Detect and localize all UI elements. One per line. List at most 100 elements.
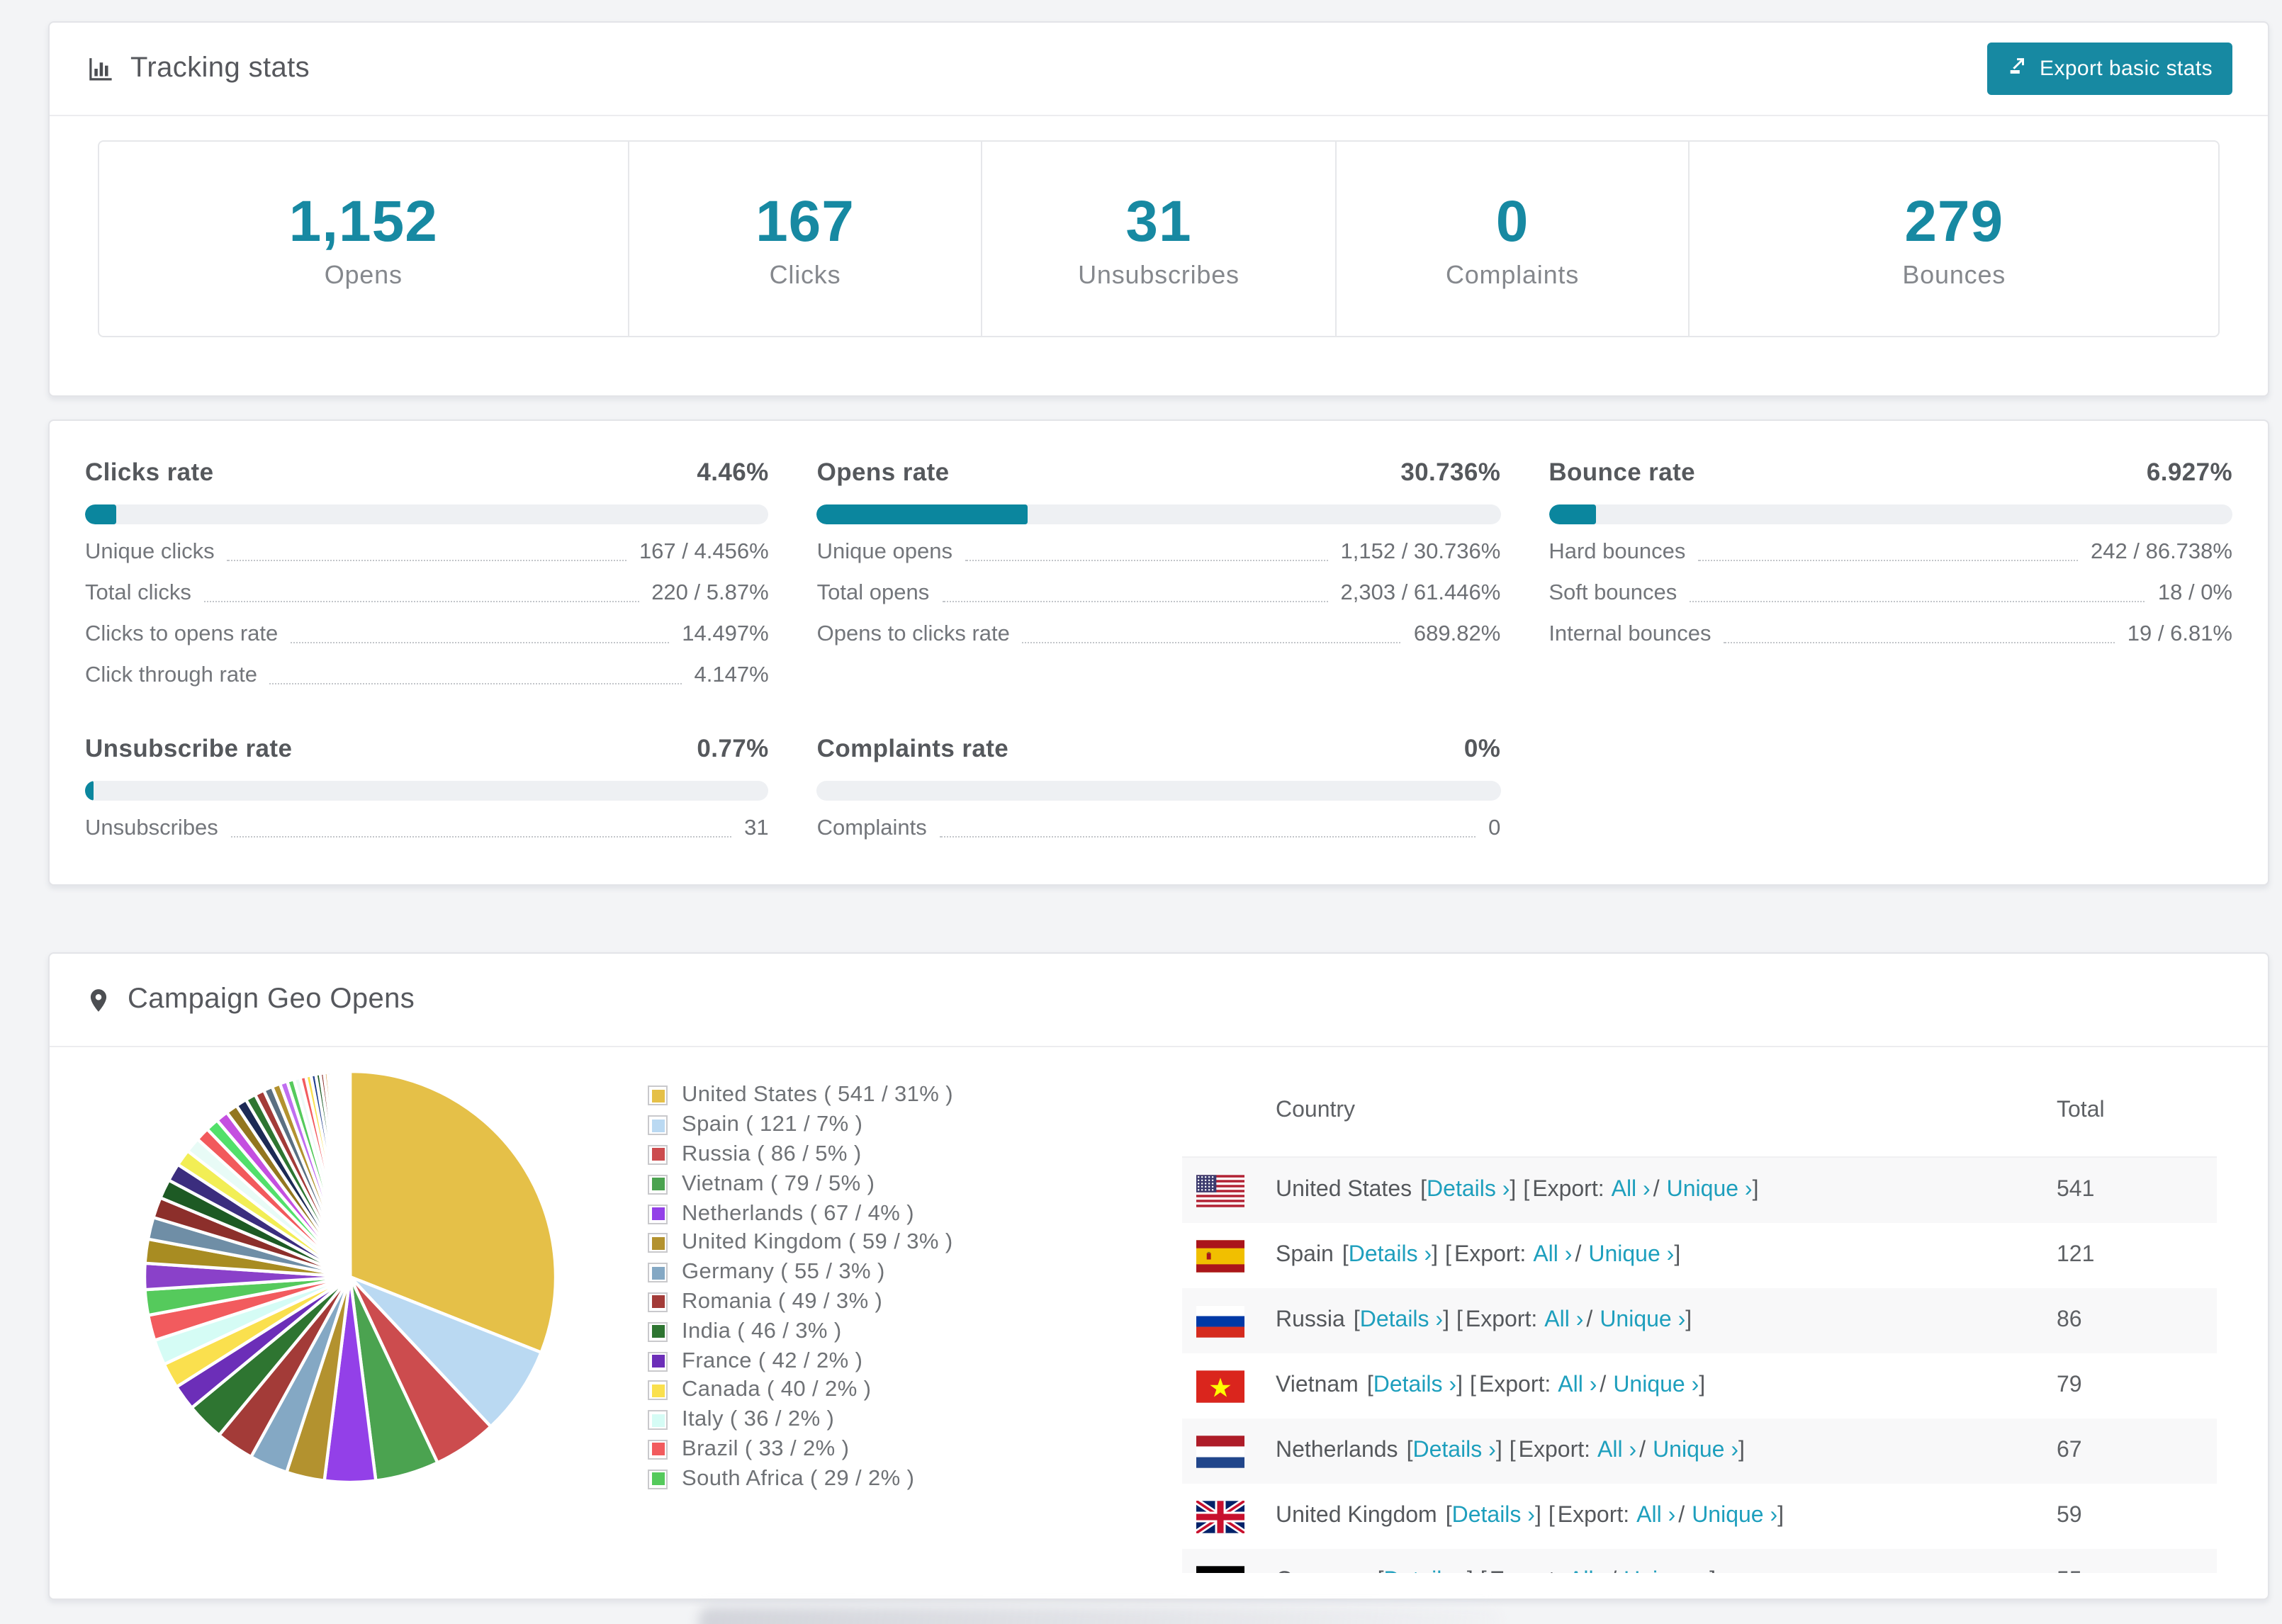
export-unique-link[interactable]: Unique › [1588, 1243, 1674, 1268]
clicks-rate-head: Clicks rate 4.46% [85, 458, 769, 487]
export-unique-link[interactable]: Unique › [1653, 1438, 1738, 1464]
stat-line: Total clicks 220 / 5.87% [85, 581, 769, 607]
country-total: 86 [2057, 1308, 2082, 1332]
column-header-total: Total [2057, 1098, 2105, 1122]
bracket: ] [1752, 1178, 1759, 1202]
stat-value-opens: 1,152 [288, 188, 438, 253]
pie-slice [348, 1069, 352, 1279]
opens-rate-head: Opens rate 30.736% [817, 458, 1501, 487]
export-unique-link[interactable]: Unique › [1613, 1373, 1699, 1399]
geo-opens-pie-chart [142, 1069, 558, 1484]
opens-rate-value: 30.736% [1400, 458, 1501, 486]
stat-value-unsubscribes: 31 [1125, 188, 1192, 253]
details-link[interactable]: Details › [1452, 1504, 1535, 1529]
export-all-link[interactable]: All › [1597, 1438, 1636, 1464]
legend-label: Russia ( 86 / 5% ) [682, 1141, 862, 1166]
country-total: 55 [2057, 1569, 2217, 1573]
bracket: [ [1406, 1438, 1413, 1462]
bracket: [ [1366, 1373, 1373, 1397]
bracket: ] [1495, 1438, 1502, 1462]
geo-table-header: Country Total [1182, 1064, 2217, 1158]
stat-line-label: Internal bounces [1548, 622, 1712, 646]
dotted-leader [227, 560, 626, 561]
details-link[interactable]: Details › [1349, 1243, 1432, 1268]
stat-line-value: 220 / 5.87% [651, 581, 769, 605]
bracket: [ [1378, 1569, 1384, 1573]
stat-line: Total opens 2,303 / 61.446% [817, 581, 1501, 607]
bracket: [ [1470, 1373, 1476, 1397]
clicks-rate-title: Clicks rate [85, 458, 214, 486]
legend-label: United Kingdom ( 59 / 3% ) [682, 1230, 953, 1255]
export-all-link[interactable]: All › [1544, 1308, 1583, 1333]
legend-label: Vietnam ( 79 / 5% ) [682, 1171, 875, 1196]
unsubscribe-rate-value: 0.77% [697, 734, 769, 762]
dotted-leader [1724, 642, 2115, 643]
export-unique-link[interactable]: Unique › [1667, 1178, 1753, 1203]
bracket: ] [1432, 1243, 1439, 1267]
complaints-rate-head: Complaints rate 0% [817, 734, 1501, 764]
legend-item: South Africa ( 29 / 2% ) [648, 1465, 1087, 1494]
complaints-rate-value: 0% [1463, 734, 1501, 762]
legend-item: Germany ( 55 / 3% ) [648, 1258, 1087, 1288]
stat-line: Internal bounces 19 / 6.81% [1548, 622, 2232, 648]
country-total: 79 [2057, 1373, 2082, 1397]
legend-color-swatch [648, 1469, 668, 1489]
stat-line: Complaints 0 [817, 816, 1501, 842]
nl-flag-icon [1196, 1435, 1244, 1467]
bracket: [ [1420, 1178, 1427, 1202]
bracket: [ [1480, 1569, 1487, 1573]
stat-line-value: 19 / 6.81% [2127, 622, 2232, 646]
export-prefix: Export: [1465, 1308, 1538, 1332]
export-prefix: Export: [1532, 1178, 1604, 1202]
details-link[interactable]: Details › [1412, 1438, 1495, 1464]
legend-item: Netherlands ( 67 / 4% ) [648, 1199, 1087, 1229]
bracket: ] [1510, 1178, 1517, 1202]
geo-table-row-us: United States [Details ›] [Export: All › /… [1182, 1158, 2217, 1223]
unsubscribe-rate-head: Unsubscribe rate 0.77% [85, 734, 769, 764]
country-cell: Russia [Details ›] [Export: All › / Unique … [1182, 1304, 2057, 1337]
geo-table-row-gb: United Kingdom [Details ›] [Export: All ›… [1182, 1484, 2217, 1549]
stat-line-value: 0 [1488, 816, 1501, 840]
stat-label-clicks: Clicks [769, 260, 841, 288]
legend-color-swatch [648, 1292, 668, 1312]
bracket: ] [1674, 1243, 1681, 1267]
export-all-link[interactable]: All › [1568, 1569, 1607, 1573]
details-link[interactable]: Details › [1384, 1569, 1467, 1573]
dashboard-page: Tracking stats Export basic stats 1,152 … [0, 0, 2282, 1624]
country-name: Germany [1276, 1569, 1369, 1573]
details-link[interactable]: Details › [1427, 1178, 1510, 1203]
legend-label: South Africa ( 29 / 2% ) [682, 1466, 915, 1491]
geo-opens-body: United States ( 541 / 31% ) Spain ( 121 … [50, 1047, 2268, 1573]
complaints-rate-progress-track [816, 781, 1501, 801]
export-unique-link[interactable]: Unique › [1624, 1569, 1709, 1573]
bracket: ] [1777, 1504, 1784, 1528]
stat-line: Clicks to opens rate 14.497% [85, 622, 769, 648]
legend-item: France ( 42 / 2% ) [648, 1346, 1087, 1376]
pie-legend: United States ( 541 / 31% ) Spain ( 121 … [648, 1081, 1087, 1494]
export-all-link[interactable]: All › [1636, 1504, 1675, 1529]
details-link[interactable]: Details › [1360, 1308, 1443, 1333]
export-unique-link[interactable]: Unique › [1600, 1308, 1685, 1333]
export-unique-link[interactable]: Unique › [1692, 1504, 1777, 1529]
clicks-rate-block: Clicks rate 4.46% Unique clicks 167 / 4.… [85, 458, 769, 689]
details-link[interactable]: Details › [1373, 1373, 1456, 1399]
bracket: [ [1342, 1243, 1349, 1267]
legend-item: United Kingdom ( 59 / 3% ) [648, 1229, 1087, 1258]
export-prefix: Export: [1557, 1504, 1630, 1528]
export-all-link[interactable]: All › [1533, 1243, 1572, 1268]
export-prefix: Export: [1518, 1438, 1591, 1462]
stat-line: Opens to clicks rate 689.82% [817, 622, 1501, 648]
export-all-link[interactable]: All › [1612, 1178, 1651, 1203]
export-all-link[interactable]: All › [1558, 1373, 1597, 1399]
bracket: ] [1738, 1438, 1745, 1462]
export-prefix: Export: [1478, 1373, 1551, 1397]
bounce-rate-value: 6.927% [2146, 458, 2232, 486]
export-prefix: Export: [1490, 1569, 1561, 1573]
dotted-leader [965, 560, 1328, 561]
export-basic-stats-button[interactable]: Export basic stats [1987, 43, 2232, 95]
stat-line-value: 2,303 / 61.446% [1340, 581, 1501, 605]
rates-grid: Clicks rate 4.46% Unique clicks 167 / 4.… [85, 458, 2232, 842]
legend-color-swatch [648, 1204, 668, 1224]
de-flag-icon [1196, 1565, 1244, 1573]
stat-line-label: Unique clicks [85, 540, 215, 564]
